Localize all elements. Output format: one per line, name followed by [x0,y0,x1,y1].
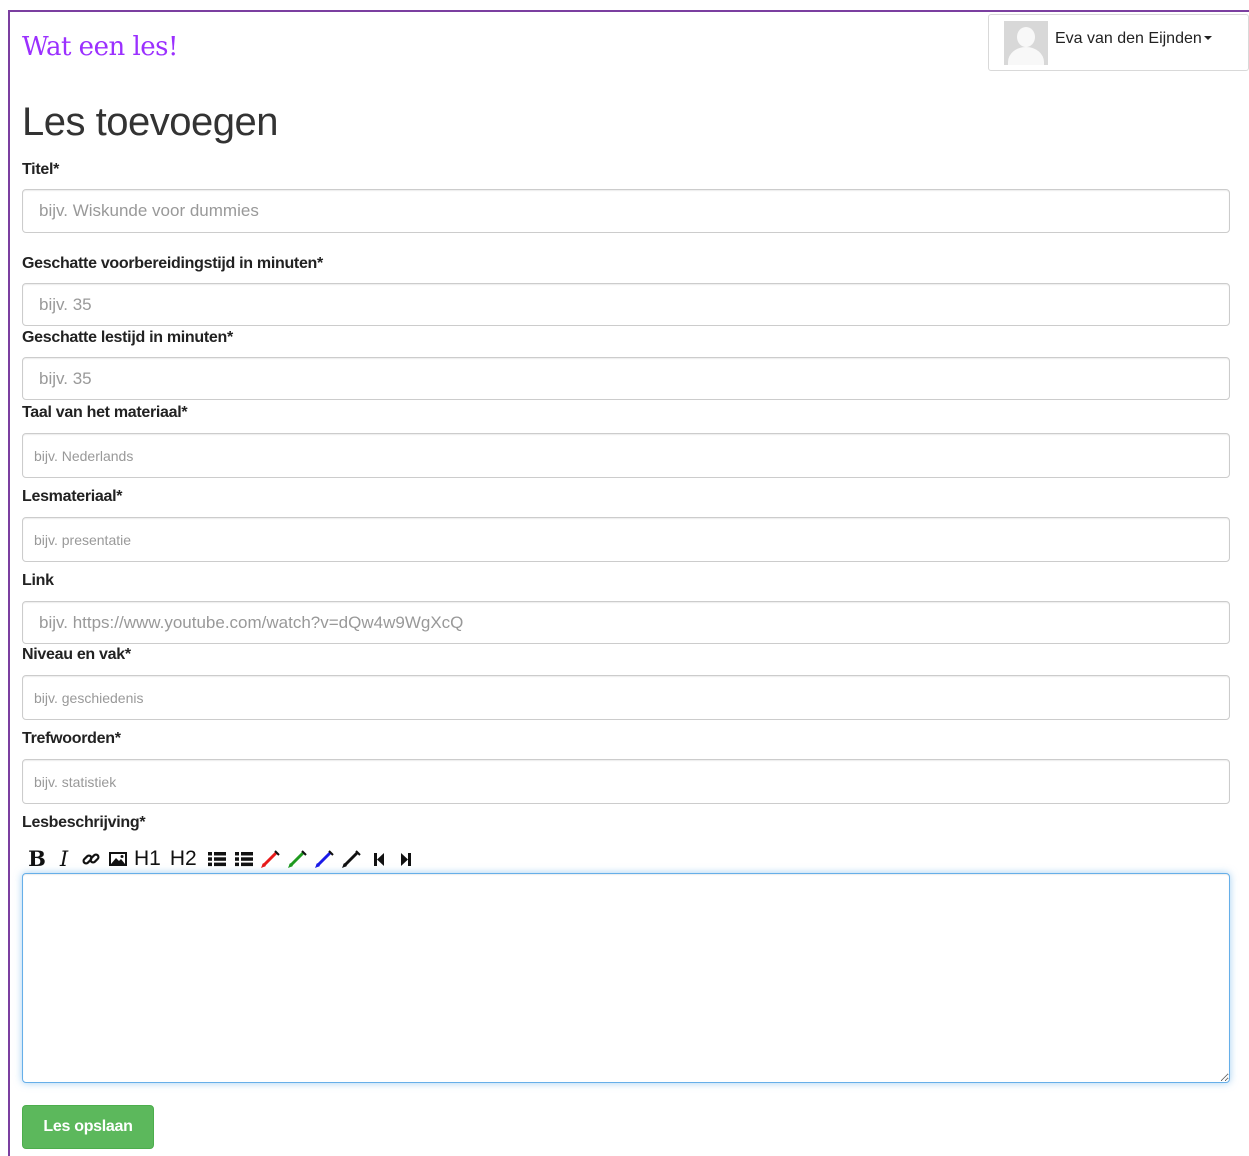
link-label: Link [22,572,54,589]
lesmateriaal-input[interactable] [22,517,1230,562]
lesbeschrijving-label: Lesbeschrijving* [22,814,146,831]
page-title: Les toevoegen [22,100,278,144]
pen-blue-icon[interactable] [314,847,336,871]
link-input[interactable] [22,601,1230,644]
pen-green-icon[interactable] [287,847,309,871]
niveau-input[interactable] [22,675,1230,720]
lesbeschrijving-editor[interactable] [22,873,1230,1083]
italic-icon[interactable]: I [53,847,75,871]
step-backward-icon[interactable] [368,847,390,871]
titel-input[interactable] [22,189,1230,233]
pen-black-icon[interactable] [341,847,363,871]
pen-red-icon[interactable] [260,847,282,871]
titel-label: Titel* [22,161,60,178]
voorbereidingstijd-input[interactable] [22,283,1230,326]
user-menu-dropdown[interactable]: Eva van den Eijnden [988,14,1249,71]
niveau-label: Niveau en vak* [22,646,131,663]
avatar [1004,20,1048,65]
bold-icon[interactable]: B [26,847,48,871]
h1-button[interactable]: H1 [134,847,161,871]
editor-toolbar: B I H1 H2 [26,846,422,872]
lesmateriaal-label: Lesmateriaal* [22,488,123,505]
image-icon[interactable] [107,847,129,871]
lestijd-label: Geschatte lestijd in minuten* [22,329,233,346]
trefwoorden-input[interactable] [22,759,1230,804]
user-name: Eva van den Eijnden [1055,30,1212,48]
brand-logo[interactable]: Wat een les! [22,32,178,62]
caret-down-icon [1203,36,1212,41]
save-button[interactable]: Les opslaan [22,1105,154,1149]
bullet-list-icon[interactable] [206,847,228,871]
numbered-list-icon[interactable] [233,847,255,871]
lestijd-input[interactable] [22,357,1230,400]
voorbereidingstijd-label: Geschatte voorbereidingstijd in minuten* [22,255,323,272]
trefwoorden-label: Trefwoorden* [22,730,121,747]
link-icon[interactable] [80,847,102,871]
taal-input[interactable] [22,433,1230,478]
h2-button[interactable]: H2 [170,847,197,871]
step-forward-icon[interactable] [395,847,417,871]
taal-label: Taal van het materiaal* [22,404,188,421]
